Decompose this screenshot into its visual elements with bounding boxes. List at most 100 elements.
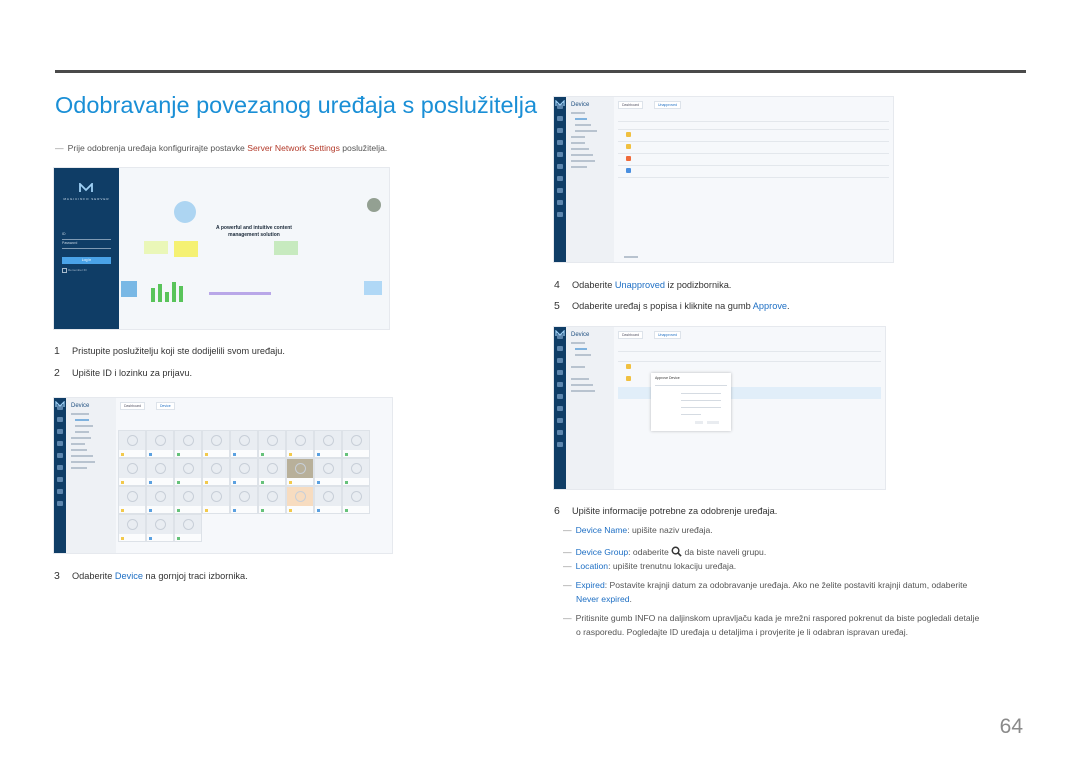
device-thumbnail[interactable]: [118, 514, 146, 542]
logo-icon: [55, 401, 65, 407]
device-thumbnail[interactable]: [118, 486, 146, 514]
step-3: 3 Odaberite Device na gornjoj traci izbor…: [54, 570, 248, 582]
ok-button[interactable]: [695, 421, 703, 424]
yellow-card: [144, 241, 168, 254]
device-status-icon: [626, 376, 631, 381]
device-thumbnail[interactable]: [146, 458, 174, 486]
step-2: 2 Upišite ID i lozinku za prijavu.: [54, 367, 192, 379]
password-input[interactable]: [62, 248, 111, 249]
step-4-number: 4: [554, 279, 560, 291]
step-1-number: 1: [54, 345, 60, 357]
device-grid: [118, 430, 390, 550]
device-thumbnail[interactable]: [314, 430, 342, 458]
step-3-number: 3: [54, 570, 60, 582]
pie-graphic: [174, 201, 196, 223]
purple-line: [209, 292, 271, 295]
step-5-text-before: Odaberite uređaj s popisa i kliknite na …: [572, 301, 753, 311]
device-thumbnail[interactable]: [230, 430, 258, 458]
device-thumbnail[interactable]: [342, 486, 370, 514]
device-group-link: Device Group: [575, 547, 629, 557]
device-sidebar: [54, 398, 66, 553]
magicinfo-logo-icon: [79, 183, 93, 192]
device-thumbnail[interactable]: [202, 458, 230, 486]
remember-label: Remember ID: [68, 268, 87, 272]
device-thumbnail[interactable]: [146, 486, 174, 514]
login-screenshot: MAGICINFO SERVER ID Password Log in Reme…: [54, 168, 389, 329]
device-thumbnail[interactable]: [118, 430, 146, 458]
step-6: 6 Upišite informacije potrebne za odobren…: [554, 505, 777, 517]
device-group-field[interactable]: [681, 400, 721, 401]
prereq-text-after: poslužitelja.: [339, 143, 388, 153]
blue-card-2: [364, 281, 382, 295]
approve-device-dialog: Approve Device: [651, 373, 731, 431]
remember-checkbox[interactable]: [62, 268, 67, 273]
prereq-note: ― Prije odobrenja uređaja konfigurirajte …: [55, 141, 387, 155]
step-4-text-after: iz podizbornika.: [664, 280, 732, 290]
device-status-icon: [626, 364, 631, 369]
device-thumbnail[interactable]: [286, 458, 314, 486]
device-thumbnail[interactable]: [202, 486, 230, 514]
device-link: Device: [114, 571, 143, 581]
device-thumbnail[interactable]: [146, 514, 174, 542]
page-title: Odobravanje povezanog uređaja s poslužit…: [55, 92, 538, 118]
tab-dashboard[interactable]: Dashboard: [120, 402, 146, 410]
device-thumbnail[interactable]: [258, 430, 286, 458]
device-thumbnail[interactable]: [342, 458, 370, 486]
device-thumbnail[interactable]: [174, 430, 202, 458]
expired-link: Expired: [575, 580, 605, 590]
note-info: ― Pritisnite gumb INFO na daljinskom upra…: [563, 613, 980, 637]
device-thumbnail[interactable]: [314, 486, 342, 514]
device-thumbnail[interactable]: [230, 458, 258, 486]
login-panel: MAGICINFO SERVER ID Password Log in Reme…: [54, 168, 119, 329]
green-card: [274, 241, 298, 255]
tab-dashboard-3[interactable]: Dashboard: [618, 331, 644, 339]
location-link: Location: [575, 561, 609, 571]
cancel-button[interactable]: [707, 421, 719, 424]
device-thumbnail[interactable]: [258, 486, 286, 514]
note-device-name: ― Device Name: upišite naziv uređaja.: [563, 525, 713, 535]
expired-end: .: [629, 594, 632, 604]
device-thumbnail[interactable]: [174, 486, 202, 514]
device-status-icon: [626, 168, 631, 173]
step-2-number: 2: [54, 367, 60, 379]
location-field[interactable]: [681, 407, 721, 408]
device-menu-title: Device: [71, 403, 90, 409]
tab-unapproved[interactable]: Unapproved: [654, 101, 682, 109]
device-thumbnail[interactable]: [118, 458, 146, 486]
note-location: ― Location: upišite trenutnu lokaciju ure…: [563, 561, 737, 571]
device-thumbnail[interactable]: [286, 486, 314, 514]
tab-dashboard-2[interactable]: Dashboard: [618, 101, 644, 109]
expired-field[interactable]: [681, 414, 701, 415]
device-sidebar-3: [554, 327, 566, 489]
note-expired: ― Expired: Postavite krajnji datum za odo…: [563, 580, 968, 604]
device-thumbnail[interactable]: [342, 430, 370, 458]
device-thumbnail[interactable]: [202, 430, 230, 458]
step-2-text: Upišite ID i lozinku za prijavu.: [72, 368, 192, 378]
location-text: : upišite trenutnu lokaciju uređaja.: [608, 561, 737, 571]
id-label: ID: [62, 232, 66, 236]
step-5-text-after: .: [787, 301, 790, 311]
login-button[interactable]: Log in: [62, 257, 111, 264]
never-expired-link: Never expired: [576, 594, 630, 604]
password-label: Password: [62, 241, 78, 245]
headline-line-2: management solution: [228, 232, 280, 238]
step-4: 4 Odaberite Unapproved iz podizbornika.: [554, 279, 731, 291]
device-thumbnail[interactable]: [314, 458, 342, 486]
tab-device[interactable]: Device: [156, 402, 175, 410]
step-1: 1 Pristupite poslužitelju koji ste dodije…: [54, 345, 285, 357]
device-thumbnail[interactable]: [258, 458, 286, 486]
step-5: 5 Odaberite uređaj s popisa i kliknite na…: [554, 300, 790, 312]
device-thumbnail[interactable]: [174, 514, 202, 542]
device-thumbnail[interactable]: [286, 430, 314, 458]
device-thumbnail[interactable]: [230, 486, 258, 514]
device-thumbnail[interactable]: [146, 430, 174, 458]
id-input[interactable]: [62, 239, 111, 240]
device-menu-panel-3: Device: [566, 327, 614, 489]
server-network-settings-link: Server Network Settings: [247, 143, 340, 153]
info-line-1: Pritisnite gumb INFO na daljinskom uprav…: [575, 613, 980, 623]
device-name-field[interactable]: [681, 393, 721, 394]
device-grid-screenshot: Device Dashboard Device: [54, 398, 392, 553]
login-background: A powerful and intuitive content managem…: [119, 168, 389, 329]
tab-unapproved-2[interactable]: Unapproved: [654, 331, 682, 339]
device-thumbnail[interactable]: [174, 458, 202, 486]
